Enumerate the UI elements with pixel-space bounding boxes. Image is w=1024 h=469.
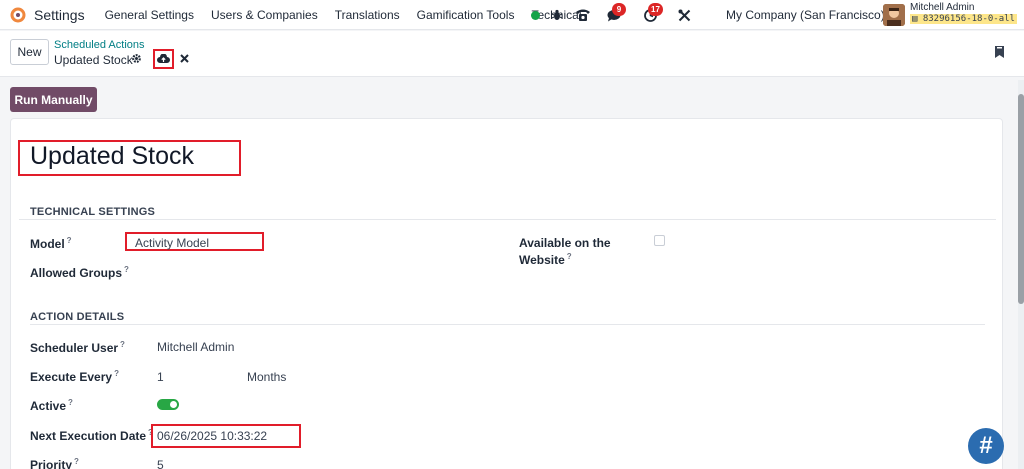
main-menu: General Settings Users & Companies Trans… — [105, 8, 599, 22]
menu-translations[interactable]: Translations — [335, 8, 400, 22]
model-label: Model? — [30, 236, 72, 251]
record-title-field[interactable]: Updated Stock — [30, 142, 194, 171]
breadcrumb-current-record: Updated Stock — [54, 53, 133, 67]
company-switcher[interactable]: My Company (San Francisco) — [726, 8, 885, 22]
model-field[interactable]: Activity Model — [135, 236, 209, 250]
messages-icon[interactable]: 9 — [602, 0, 626, 30]
run-manually-button[interactable]: Run Manually — [10, 87, 97, 112]
priority-field[interactable]: 5 — [157, 458, 164, 469]
section-divider — [30, 324, 985, 325]
allowed-groups-label: Allowed Groups? — [30, 265, 129, 280]
user-name[interactable]: Mitchell Admin — [910, 2, 974, 13]
status-online-icon[interactable] — [528, 0, 542, 30]
messages-count-badge: 9 — [612, 3, 626, 16]
next-execution-date-field[interactable]: 06/26/2025 10:33:22 — [157, 429, 267, 443]
section-divider — [19, 219, 996, 220]
scheduler-user-field[interactable]: Mitchell Admin — [157, 340, 234, 354]
debug-bug-icon[interactable] — [550, 0, 564, 30]
discard-close-icon[interactable] — [180, 51, 189, 66]
menu-users-companies[interactable]: Users & Companies — [211, 8, 318, 22]
available-website-label-line2: Website? — [519, 252, 572, 267]
active-label: Active? — [30, 398, 73, 413]
priority-label: Priority? — [30, 457, 79, 469]
form-sheet: Updated Stock TECHNICAL SETTINGS Model? … — [10, 118, 1003, 469]
systray: 9 17 — [528, 0, 692, 30]
activities-clock-icon[interactable]: 17 — [638, 0, 663, 30]
execute-every-unit-select[interactable]: Months — [247, 370, 286, 384]
menu-gamification-tools[interactable]: Gamification Tools — [417, 8, 515, 22]
avatar[interactable] — [883, 4, 905, 26]
page-scrollbar[interactable] — [1018, 80, 1024, 469]
activities-count-badge: 17 — [648, 3, 663, 16]
breadcrumb-scheduled-actions[interactable]: Scheduled Actions — [54, 39, 145, 51]
execute-every-label: Execute Every? — [30, 369, 119, 384]
next-execution-date-label: Next Execution Date? — [30, 428, 153, 443]
bookmark-icon[interactable] — [994, 45, 1005, 62]
execute-every-number-field[interactable]: 1 — [157, 370, 164, 384]
technical-settings-heading: TECHNICAL SETTINGS — [30, 206, 156, 218]
active-toggle[interactable] — [157, 399, 179, 410]
top-navbar: Settings General Settings Users & Compan… — [0, 0, 1024, 30]
database-name-badge: ▤ 83296156-18-0-all — [910, 14, 1017, 24]
available-website-checkbox[interactable] — [654, 235, 665, 246]
app-title[interactable]: Settings — [34, 7, 85, 23]
scrollbar-thumb[interactable] — [1018, 94, 1024, 304]
settings-app-icon[interactable] — [10, 7, 26, 23]
scheduler-user-label: Scheduler User? — [30, 340, 125, 355]
phone-icon[interactable] — [574, 0, 592, 30]
database-icon: ▤ — [912, 14, 923, 24]
tools-icon[interactable] — [676, 0, 692, 30]
action-details-heading: ACTION DETAILS — [30, 311, 125, 323]
menu-general-settings[interactable]: General Settings — [105, 8, 194, 22]
save-cloud-upload-icon[interactable] — [153, 49, 174, 69]
new-button[interactable]: New — [10, 39, 49, 65]
available-website-label: Available on the — [519, 236, 611, 250]
floating-hash-button[interactable]: # — [968, 428, 1004, 464]
gear-icon[interactable] — [131, 53, 142, 67]
control-panel: New Scheduled Actions Updated Stock — [0, 31, 1024, 77]
